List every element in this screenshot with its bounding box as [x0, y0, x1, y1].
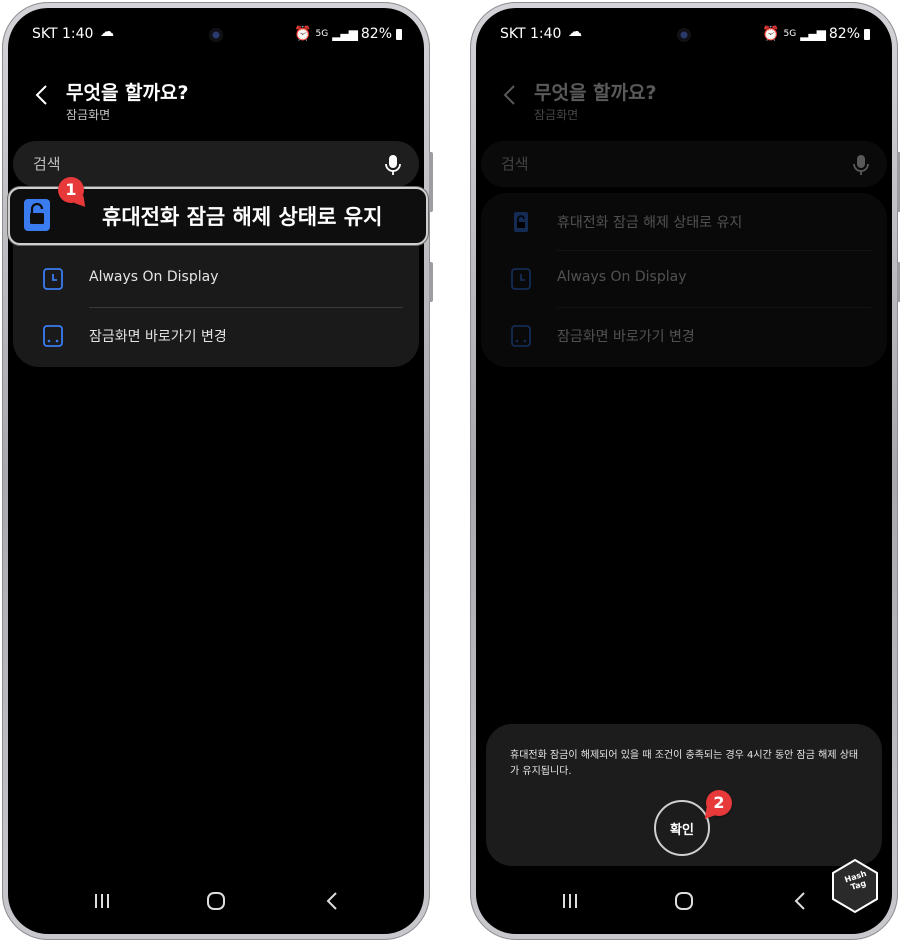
- mic-icon[interactable]: [383, 154, 403, 176]
- back-arrow-icon[interactable]: [30, 82, 56, 108]
- shortcut-icon: [511, 325, 531, 347]
- mic-icon: [853, 155, 869, 175]
- nav-back-icon[interactable]: [792, 891, 808, 911]
- list-item-keep-unlocked: 휴대전화 잠금 해제 상태로 유지: [481, 193, 887, 250]
- page-title: 무엇을 할까요?: [66, 82, 189, 104]
- page-subtitle: 잠금화면: [534, 108, 579, 122]
- carrier-time: SKT 1:40: [500, 26, 562, 42]
- list-item-label: 휴대전화 잠금 해제 상태로 유지: [557, 215, 743, 231]
- carrier-time: SKT 1:40: [32, 26, 94, 42]
- confirm-button[interactable]: 확인: [654, 800, 710, 856]
- network-type: 5G: [783, 28, 797, 39]
- list-item-shortcut[interactable]: 잠금화면 바로가기 변경: [13, 307, 419, 364]
- signal-icon: ▂▄▆: [332, 27, 358, 41]
- shortcut-icon: [43, 325, 63, 347]
- nav-back-icon[interactable]: [324, 891, 340, 911]
- front-camera: [209, 28, 223, 42]
- page-title: 무엇을 할까요?: [534, 82, 657, 104]
- network-type: 5G: [315, 28, 329, 39]
- cloud-icon: ☁: [100, 24, 114, 40]
- status-right: ⏰ 5G ▂▄▆ 82%: [294, 26, 402, 42]
- left-phone-frame: SKT 1:40 ☁ ⏰ 5G ▂▄▆ 82% 무엇을 할까요? 잠금화면 검색…: [2, 2, 433, 940]
- list-item-always-on-display: Always On Display: [481, 250, 887, 307]
- battery-icon: [864, 28, 870, 40]
- navigation-bar: [8, 890, 424, 914]
- alarm-icon: ⏰: [294, 26, 312, 42]
- volume-button: [429, 152, 433, 212]
- home-icon[interactable]: [674, 891, 694, 911]
- hashtag-logo: Hash Tag: [830, 858, 880, 914]
- info-dialog: 휴대전화 잠금이 해제되어 있을 때 조건이 충족되는 경우 4시간 동안 잠금…: [486, 724, 882, 866]
- search-input: [501, 141, 801, 187]
- alarm-icon: ⏰: [762, 26, 780, 42]
- signal-icon: ▂▄▆: [800, 27, 826, 41]
- clock-icon: [511, 268, 531, 290]
- list-item-label: Always On Display: [557, 269, 687, 285]
- battery-icon: [396, 28, 402, 40]
- power-button: [429, 262, 433, 302]
- cloud-icon: ☁: [568, 24, 582, 40]
- home-icon[interactable]: [206, 891, 226, 911]
- right-phone-frame: SKT 1:40 ☁ ⏰ 5G ▂▄▆ 82% 무엇을 할까요? 잠금화면 검색…: [470, 2, 900, 940]
- recent-apps-icon[interactable]: [92, 892, 112, 910]
- list-item-shortcut: 잠금화면 바로가기 변경: [481, 307, 887, 364]
- dialog-message: 휴대전화 잠금이 해제되어 있을 때 조건이 충족되는 경우 4시간 동안 잠금…: [510, 750, 859, 777]
- lock-icon: [24, 199, 50, 231]
- list-item-label: Always On Display: [89, 269, 219, 285]
- status-right: ⏰ 5G ▂▄▆ 82%: [762, 26, 870, 42]
- left-screen: SKT 1:40 ☁ ⏰ 5G ▂▄▆ 82% 무엇을 할까요? 잠금화면 검색…: [8, 8, 424, 934]
- page-subtitle: 잠금화면: [66, 108, 111, 122]
- back-arrow-icon: [503, 85, 515, 105]
- list-item-label: 잠금화면 바로가기 변경: [89, 329, 227, 345]
- front-camera: [677, 28, 691, 42]
- list-item-label: 잠금화면 바로가기 변경: [557, 329, 695, 345]
- battery-percent: 82%: [360, 26, 392, 42]
- option-list: 휴대전화 잠금 해제 상태로 유지 Always On Display 잠금화면…: [481, 193, 887, 367]
- lock-icon: [514, 212, 528, 232]
- clock-icon: [43, 268, 63, 290]
- recent-apps-icon[interactable]: [560, 892, 580, 910]
- right-screen: SKT 1:40 ☁ ⏰ 5G ▂▄▆ 82% 무엇을 할까요? 잠금화면 검색…: [476, 8, 892, 934]
- list-item-always-on-display[interactable]: Always On Display: [13, 250, 419, 307]
- battery-percent: 82%: [828, 26, 860, 42]
- highlighted-option-label: 휴대전화 잠금 해제 상태로 유지: [102, 205, 383, 229]
- search-bar: [481, 141, 887, 187]
